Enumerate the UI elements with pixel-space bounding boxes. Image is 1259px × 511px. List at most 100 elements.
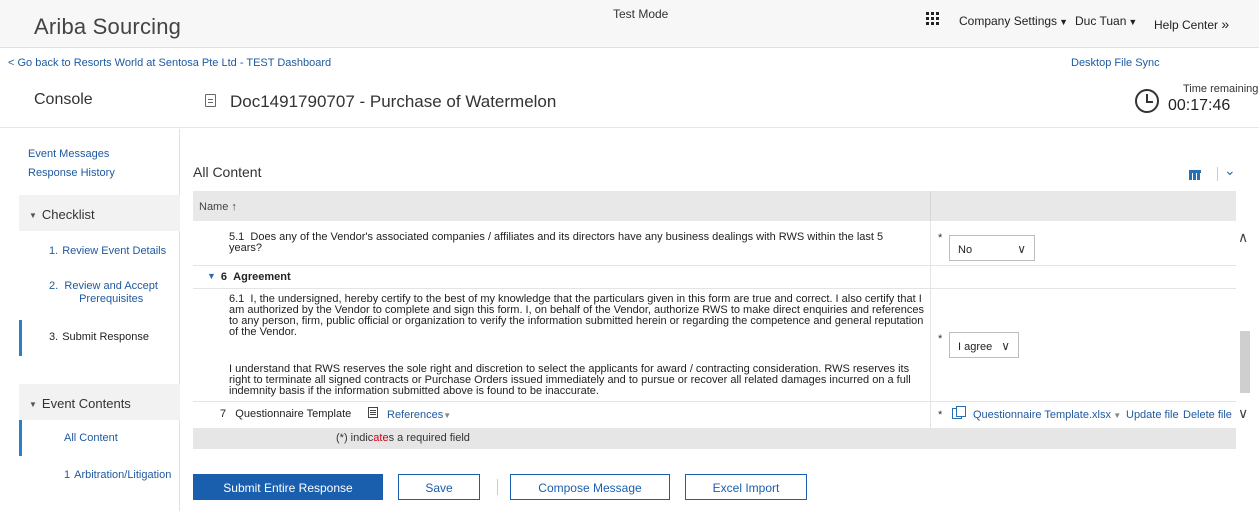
table-header: Name ↑ xyxy=(193,191,1236,221)
triangle-down-icon: ▼ xyxy=(207,271,216,281)
required-field-footnote-bar: (*) indicates a required field xyxy=(193,428,1236,449)
checklist-item-review-prerequisites[interactable]: 2. Review and Accept Prerequisites xyxy=(19,280,180,306)
question-6-1-select[interactable]: I agree ∨ xyxy=(949,332,1019,358)
references-link[interactable]: References▼ xyxy=(387,409,451,421)
excel-import-button[interactable]: Excel Import xyxy=(685,474,807,500)
column-name-header[interactable]: Name ↑ xyxy=(199,201,237,213)
item-label: Review Event Details xyxy=(62,245,167,257)
caret-down-icon: ▼ xyxy=(1059,17,1068,27)
item-label: Arbitration/Litigation xyxy=(74,469,172,481)
questionnaire-file-link[interactable]: Questionnaire Template.xlsx ▼ xyxy=(973,409,1121,421)
time-remaining-label: Time remaining xyxy=(1183,83,1259,95)
sub-bar: < Go back to Resorts World at Sentosa Pt… xyxy=(0,49,1259,73)
section-label: Agreement xyxy=(233,271,291,283)
footnote-text-2: ate xyxy=(373,432,389,444)
delete-file-link[interactable]: Delete file xyxy=(1183,409,1232,421)
section-6-header[interactable]: ▼ 6 Agreement xyxy=(207,271,291,283)
sidebar-item-arbitration[interactable]: 1 Arbitration/Litigation xyxy=(19,469,180,481)
brand-logo: Ariba Sourcing xyxy=(34,14,182,39)
event-contents-label: Event Contents xyxy=(41,396,131,411)
chevron-up-icon[interactable]: ∧ xyxy=(1238,229,1248,246)
double-chevron-down-icon[interactable]: ⌄ xyxy=(1224,162,1236,179)
content-table: Name ↑ 5.1 Does any of the Vendor's asso… xyxy=(193,191,1236,449)
question-5-1-text: 5.1 Does any of the Vendor's associated … xyxy=(229,232,919,254)
required-asterisk: * xyxy=(938,232,943,244)
row-divider xyxy=(193,265,1236,266)
references-document-icon xyxy=(368,407,378,418)
button-divider xyxy=(497,479,498,495)
page-title: Doc1491790707 - Purchase of Watermelon xyxy=(230,92,557,111)
footnote-text-3: s a required field xyxy=(388,432,470,444)
column-divider xyxy=(930,191,931,221)
checklist-item-submit-response[interactable]: 3. Submit Response xyxy=(19,320,180,356)
item-number: 3. xyxy=(49,331,59,343)
save-button[interactable]: Save xyxy=(398,474,480,500)
double-chevron-right-icon: » xyxy=(1221,16,1230,32)
help-center-link[interactable]: Help Center » xyxy=(1154,16,1229,32)
sidebar: Event Messages Response History ▼ Checkli… xyxy=(0,129,180,511)
test-mode-label: Test Mode xyxy=(613,7,669,21)
apps-grid-icon[interactable] xyxy=(926,12,939,25)
section-title: All Content xyxy=(193,164,262,180)
caret-down-icon: ▼ xyxy=(1128,17,1138,27)
item-label: Submit Response xyxy=(62,331,150,343)
clock-icon xyxy=(1135,89,1159,113)
question-5-1-select[interactable]: No ∨ xyxy=(949,235,1035,261)
sort-arrow-icon: ↑ xyxy=(231,201,237,213)
column-name-label: Name xyxy=(199,201,229,213)
company-settings-label: Company Settings xyxy=(959,14,1058,28)
table-view-icon[interactable] xyxy=(1189,170,1201,180)
caret-down-icon: ▼ xyxy=(443,411,452,420)
scrollbar-thumb[interactable] xyxy=(1240,331,1250,393)
question-text: I, the undersigned, hereby certify to th… xyxy=(229,293,925,338)
chevron-down-icon[interactable]: ∨ xyxy=(1238,405,1248,422)
response-history-link[interactable]: Response History xyxy=(28,167,115,179)
row-divider xyxy=(193,288,1236,289)
triangle-down-icon: ▼ xyxy=(29,211,37,220)
event-messages-link[interactable]: Event Messages xyxy=(28,148,109,160)
update-file-link[interactable]: Update file xyxy=(1126,409,1179,421)
item-number: 1 xyxy=(64,469,71,481)
required-field-footnote: (*) indicates a required field xyxy=(336,432,470,444)
question-7-label: 7 Questionnaire Template xyxy=(220,409,351,420)
time-remaining-value: 00:17:46 xyxy=(1168,97,1231,114)
desktop-file-sync-link[interactable]: Desktop File Sync xyxy=(1071,57,1160,69)
main-content: All Content ⌄ Name ↑ 5.1 Does any of the… xyxy=(180,129,1259,511)
question-text: Questionnaire Template xyxy=(235,408,352,420)
user-name: Duc Tuan xyxy=(1075,14,1127,28)
user-menu[interactable]: Duc Tuan ▼ xyxy=(1075,14,1137,28)
chevron-down-icon: ∨ xyxy=(1001,339,1010,353)
sidebar-item-all-content[interactable]: All Content xyxy=(19,420,180,456)
item-number: 1. xyxy=(49,245,59,257)
event-contents-header[interactable]: ▼ Event Contents xyxy=(19,384,180,420)
required-asterisk: * xyxy=(938,409,943,421)
question-6-1-text-2: I understand that RWS reserves the sole … xyxy=(229,363,911,397)
column-divider xyxy=(930,221,931,428)
checklist-label: Checklist xyxy=(41,207,95,222)
select-value: I agree xyxy=(958,341,993,353)
checklist-header[interactable]: ▼ Checklist xyxy=(19,195,180,231)
required-asterisk: * xyxy=(938,333,943,345)
file-attachment-icon xyxy=(952,406,966,419)
console-title: Console xyxy=(34,91,93,108)
compose-message-button[interactable]: Compose Message xyxy=(510,474,670,500)
row-divider xyxy=(193,401,1236,402)
item-label: All Content xyxy=(64,432,118,444)
divider xyxy=(1217,167,1218,181)
select-value: No xyxy=(958,244,973,256)
company-settings-menu[interactable]: Company Settings ▼ xyxy=(959,14,1068,28)
references-label: References xyxy=(387,409,444,421)
submit-entire-response-button[interactable]: Submit Entire Response xyxy=(193,474,383,500)
table-scrollbar[interactable]: ∧ ∨ xyxy=(1238,223,1252,429)
document-icon xyxy=(205,94,216,107)
chevron-down-icon: ∨ xyxy=(1017,242,1026,256)
back-to-dashboard-link[interactable]: < Go back to Resorts World at Sentosa Pt… xyxy=(8,57,331,69)
question-text: Does any of the Vendor's associated comp… xyxy=(229,231,884,254)
checklist-item-review-event-details[interactable]: 1. Review Event Details xyxy=(19,245,180,257)
footnote-text-1: (*) indic xyxy=(336,432,374,444)
top-bar: Ariba Sourcing Test Mode Company Setting… xyxy=(0,0,1259,48)
file-name: Questionnaire Template.xlsx xyxy=(973,409,1111,421)
title-row: Console Doc1491790707 - Purchase of Wate… xyxy=(0,74,1259,128)
item-label: Review and Accept Prerequisites xyxy=(64,280,158,305)
triangle-down-icon: ▼ xyxy=(29,400,37,409)
